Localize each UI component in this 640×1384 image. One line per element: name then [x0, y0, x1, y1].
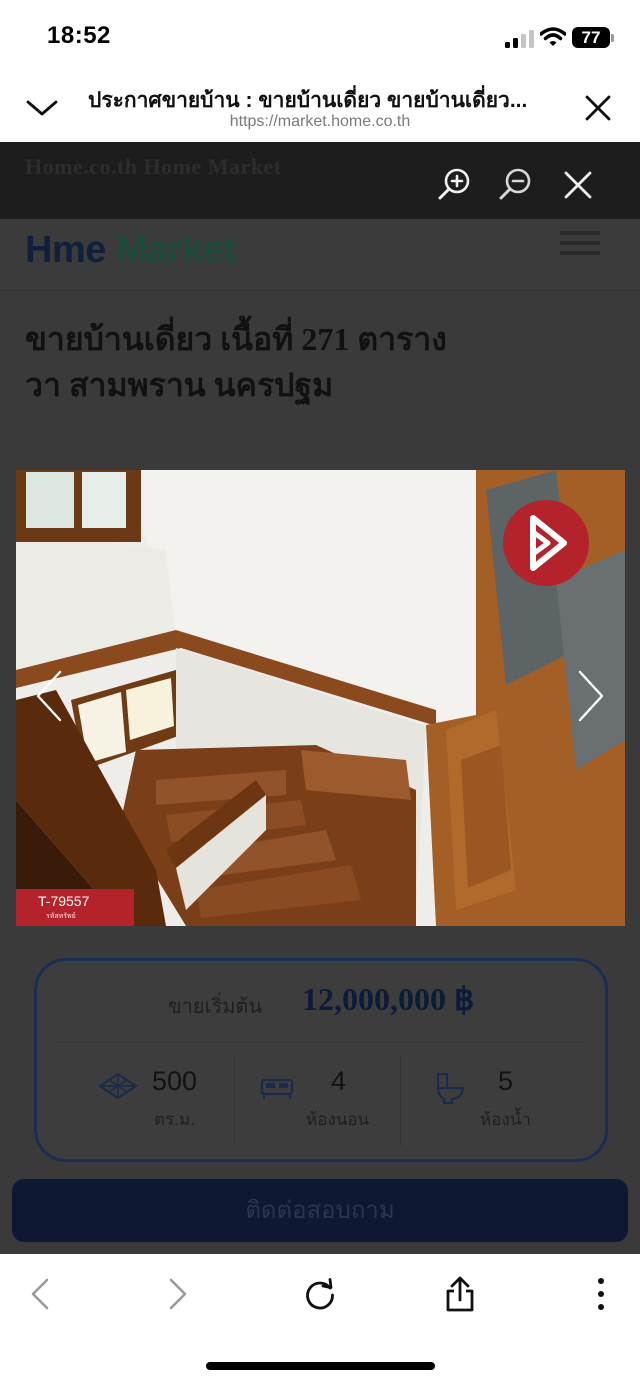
stat-divider [400, 1056, 401, 1146]
listing-title-line2: วา สามพราน นครปฐม [25, 367, 334, 403]
wifi-icon [540, 27, 566, 46]
battery-icon: 77 [572, 27, 610, 48]
back-button[interactable] [16, 1270, 64, 1318]
bedroom-unit: ห้องนอน [306, 1110, 370, 1129]
listing-photo[interactable] [16, 470, 625, 926]
next-photo-button[interactable] [556, 636, 626, 756]
zoom-out-icon[interactable] [498, 166, 534, 202]
toilet-icon [436, 1073, 465, 1104]
listing-title: ขายบ้านเดี่ยว เนื้อที่ 271 ตาราง วา สามพ… [25, 316, 585, 408]
screen: 18:52 77 ประกาศขายบ้าน : ขายบ้านเดี่ยว ข… [0, 0, 640, 1384]
menu-icon[interactable] [560, 225, 600, 265]
zoom-in-icon[interactable] [437, 166, 473, 202]
viewer-toolbar: Home.co.th Home Market [0, 142, 640, 219]
area-unit: ตร.ม. [154, 1110, 195, 1129]
forward-button[interactable] [154, 1270, 202, 1318]
site-strip-text: Home.co.th Home Market [25, 154, 282, 179]
share-icon [446, 1276, 474, 1312]
area-icon [98, 1072, 138, 1100]
status-time: 18:52 [47, 22, 111, 49]
forward-icon [169, 1278, 187, 1310]
listing-title-line1: ขายบ้านเดี่ยว เนื้อที่ 271 ตาราง [25, 321, 447, 357]
bed-icon [260, 1078, 294, 1099]
more-icon [598, 1278, 604, 1310]
home-market-logo[interactable]: Hme Market [25, 229, 236, 272]
bedroom-value: 4 [331, 1066, 347, 1096]
price-label: ขายเริ่มต้น [168, 996, 263, 1018]
contact-button[interactable]: ติดต่อสอบถาม [12, 1179, 628, 1242]
bathroom-value: 5 [498, 1066, 514, 1096]
chevron-left-icon [36, 670, 62, 722]
home-indicator[interactable] [206, 1362, 435, 1370]
browser-header: ประกาศขายบ้าน : ขายบ้านเดี่ยว ขายบ้านเดี… [0, 70, 640, 142]
stat-divider [234, 1056, 235, 1146]
site-nav: Hme Market [0, 219, 640, 291]
reload-icon [306, 1278, 334, 1310]
back-icon [31, 1278, 49, 1310]
area-value: 500 [152, 1066, 198, 1096]
status-bar: 18:52 77 [0, 0, 640, 70]
previous-photo-button[interactable] [14, 636, 84, 756]
listing-code-badge: T-79557 รหัสทรัพย์ [16, 889, 134, 926]
listing-code: T-79557 [38, 893, 90, 909]
signal-icon [505, 30, 535, 48]
reload-button[interactable] [296, 1270, 344, 1318]
close-page-button[interactable] [578, 88, 618, 128]
bathroom-unit: ห้องน้ำ [480, 1110, 531, 1129]
chevron-right-icon [578, 670, 604, 722]
close-viewer-icon[interactable] [563, 170, 593, 200]
battery-cap [611, 34, 614, 42]
card-divider [56, 1042, 586, 1043]
share-button[interactable] [436, 1270, 484, 1318]
page-url[interactable]: https://market.home.co.th [0, 113, 640, 131]
staircase-image [16, 470, 625, 926]
more-button[interactable] [577, 1270, 625, 1318]
close-icon [585, 95, 611, 121]
listing-code-label: รหัสทรัพย์ [46, 913, 76, 920]
price-value: 12,000,000 ฿ [302, 981, 475, 1017]
